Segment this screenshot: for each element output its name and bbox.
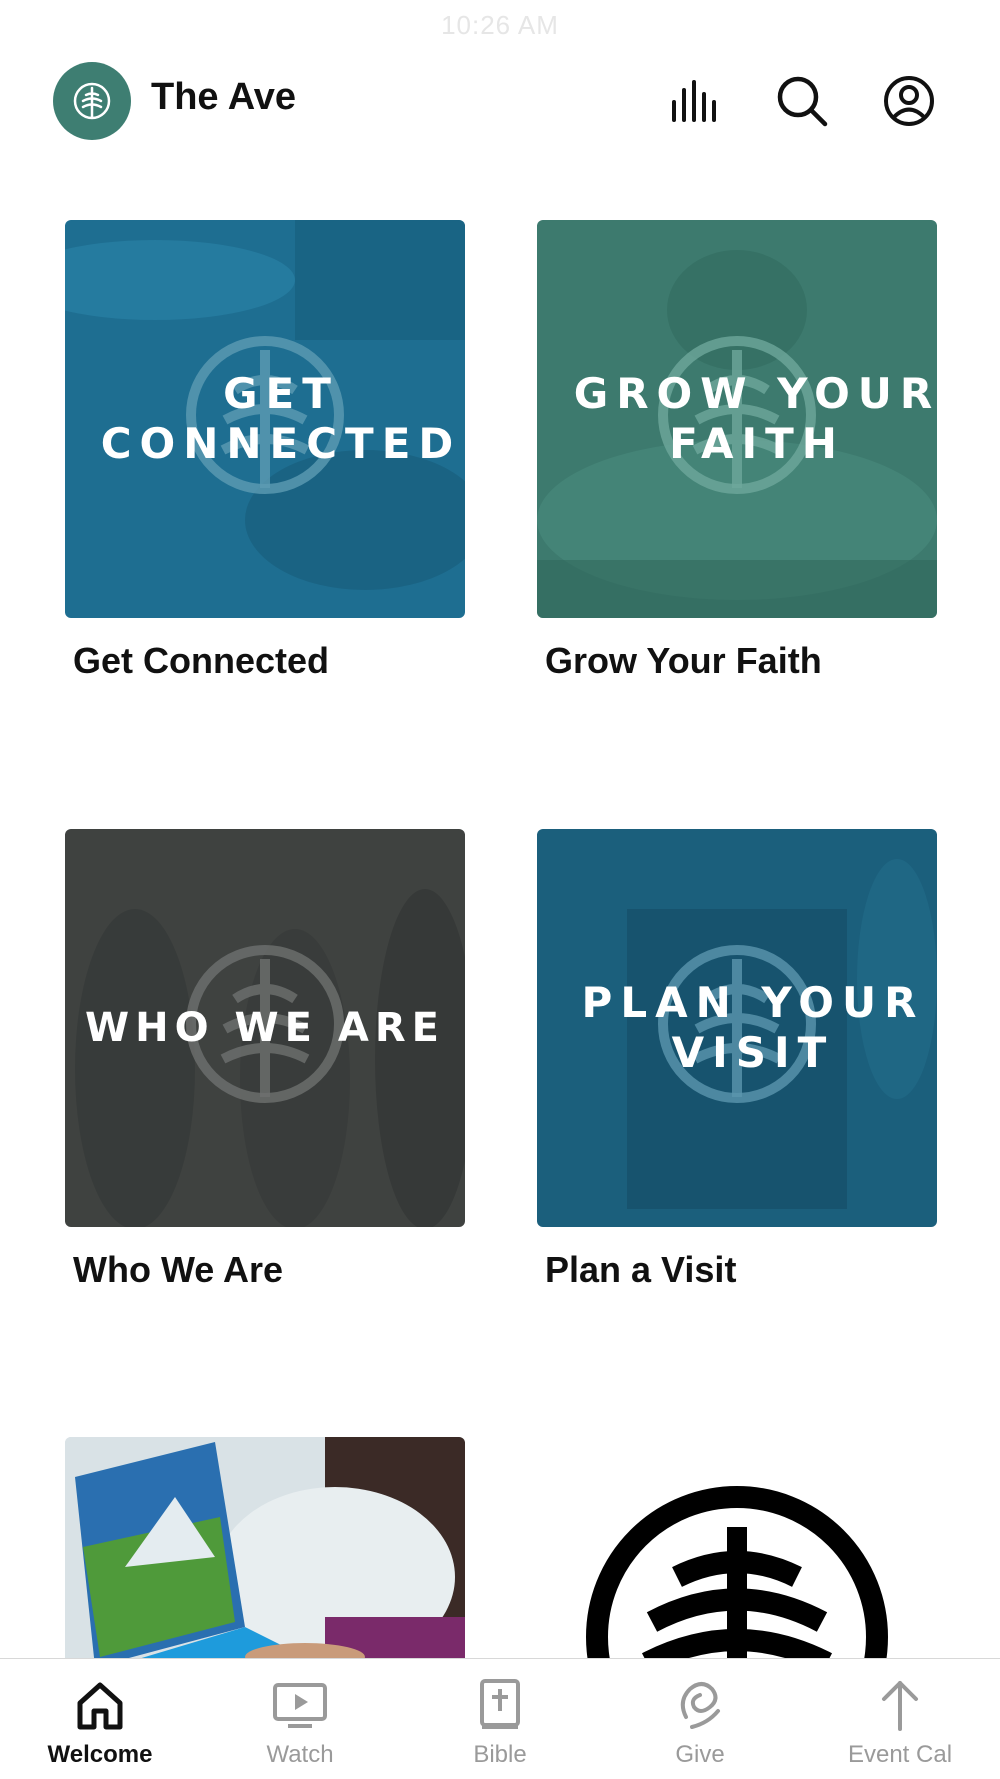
profile-icon[interactable] bbox=[882, 74, 936, 128]
card-label[interactable]: Get Connected bbox=[73, 640, 329, 682]
status-bar-time: 10:26 AM bbox=[441, 10, 559, 40]
card-label[interactable]: Who We Are bbox=[73, 1249, 283, 1291]
bible-icon bbox=[480, 1679, 520, 1729]
tab-welcome[interactable]: Welcome bbox=[0, 1659, 200, 1779]
tab-label: Bible bbox=[473, 1741, 527, 1768]
card-overlay-text: WHO WE ARE bbox=[85, 1005, 445, 1051]
card-overlay-text: GET CONNECTED bbox=[100, 369, 462, 468]
tab-label: Event Cal bbox=[847, 1741, 953, 1768]
tv-play-icon bbox=[273, 1683, 327, 1728]
audio-bars-icon[interactable] bbox=[668, 74, 722, 128]
card-image[interactable]: GET CONNECTED bbox=[65, 220, 465, 618]
tab-give[interactable]: Give bbox=[600, 1659, 800, 1779]
church-logo[interactable] bbox=[53, 62, 131, 140]
card-overlay-text: GROW YOUR FAITH bbox=[573, 369, 937, 468]
tab-watch[interactable]: Watch bbox=[200, 1659, 400, 1779]
search-icon[interactable] bbox=[775, 74, 829, 128]
card-image[interactable]: WHO WE ARE bbox=[65, 829, 465, 1227]
tab-label: Give bbox=[675, 1741, 725, 1768]
tab-label: Welcome bbox=[47, 1741, 153, 1768]
card-image[interactable] bbox=[65, 1437, 465, 1677]
app-title: The Ave bbox=[151, 76, 297, 118]
card-label[interactable]: Grow Your Faith bbox=[545, 640, 822, 682]
home-icon bbox=[77, 1682, 123, 1730]
card-church-logo[interactable] bbox=[537, 1437, 937, 1779]
tab-label: Watch bbox=[266, 1741, 334, 1768]
laptop-photo bbox=[65, 1437, 465, 1677]
tab-bible[interactable]: Bible bbox=[400, 1659, 600, 1779]
card-label[interactable]: Plan a Visit bbox=[545, 1249, 736, 1291]
app-header: The Ave bbox=[0, 62, 1000, 140]
bottom-tab-bar: Welcome Watch Bible Give Event Cal bbox=[0, 1658, 1000, 1779]
card-image[interactable]: GROW YOUR FAITH bbox=[537, 220, 937, 618]
card-image[interactable]: PLAN YOUR VISIT bbox=[537, 829, 937, 1227]
card-overlay-text: PLAN YOUR VISIT bbox=[581, 978, 925, 1077]
large-tree-logo-icon bbox=[586, 1486, 888, 1779]
tab-event-cal[interactable]: Event Cal bbox=[800, 1659, 1000, 1779]
tree-logo-icon bbox=[73, 82, 111, 120]
arrow-up-icon bbox=[882, 1681, 918, 1731]
give-icon bbox=[680, 1682, 720, 1729]
